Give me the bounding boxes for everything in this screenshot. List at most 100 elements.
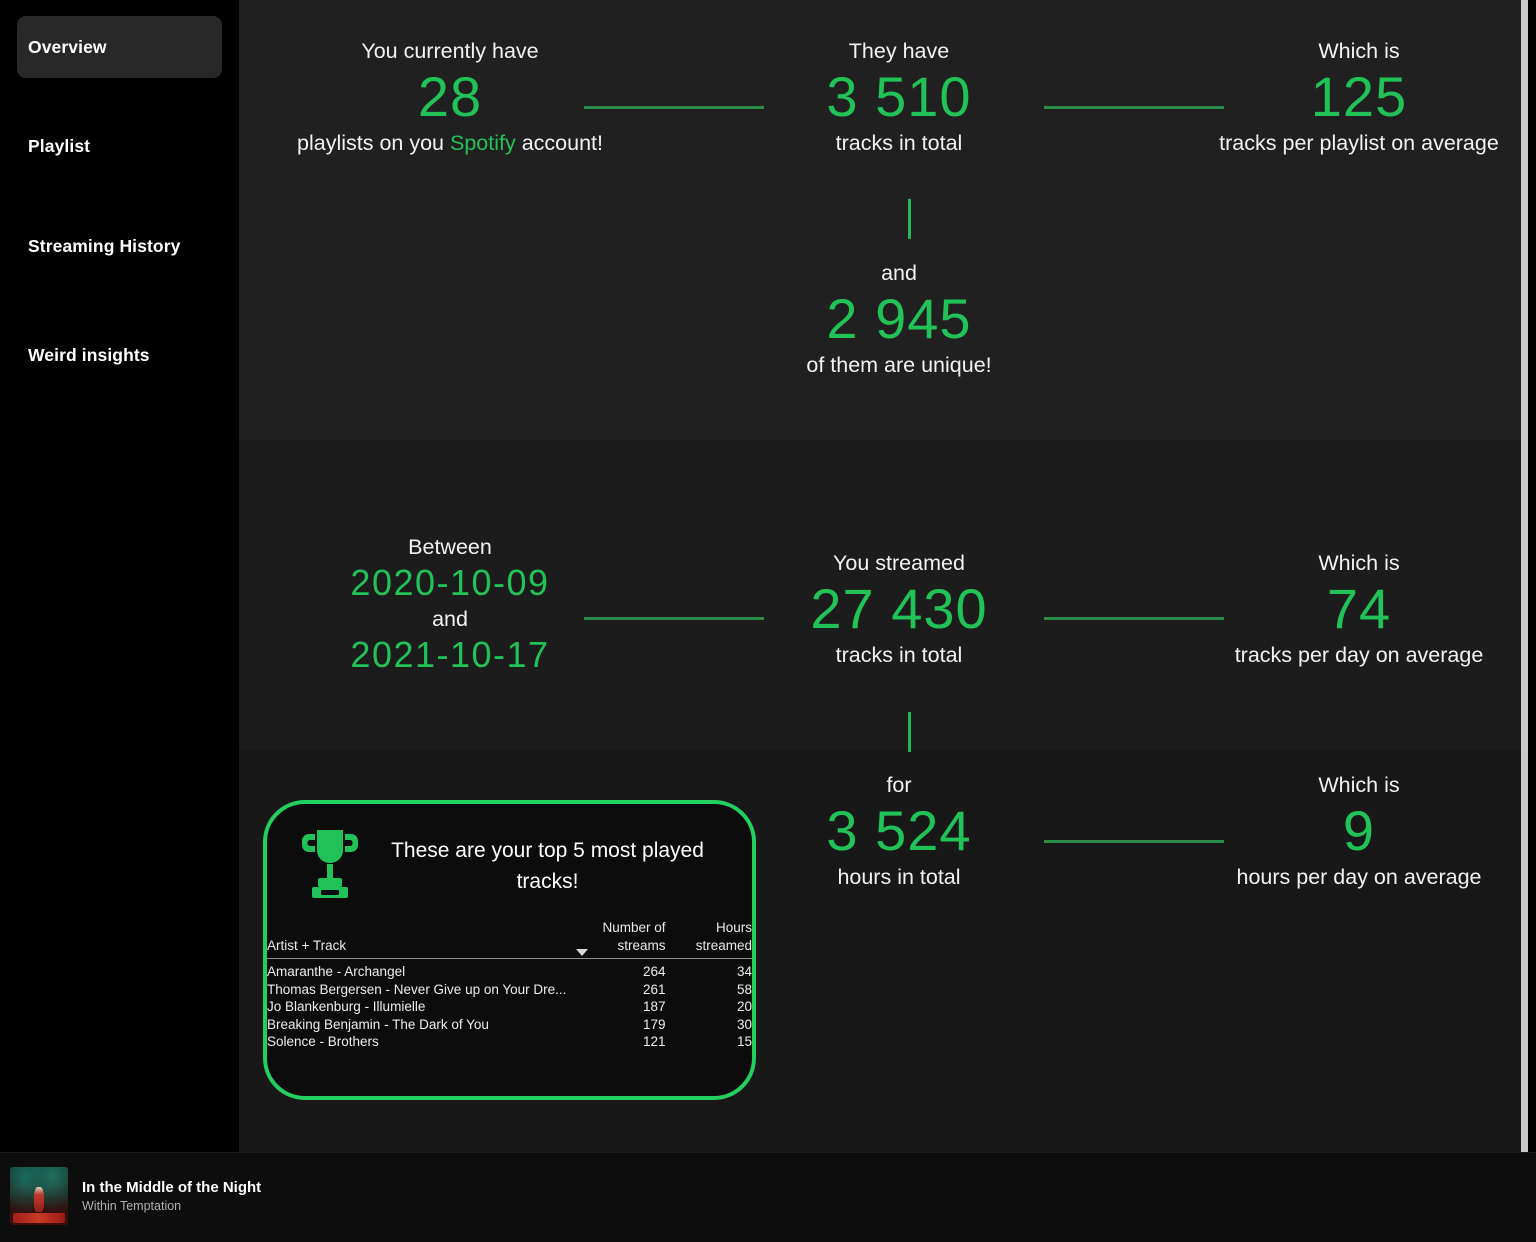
stat-connector-label: and xyxy=(432,607,468,631)
stat-sublabel: playlists on you Spotify account! xyxy=(285,130,615,156)
column-header-artist-track[interactable]: Artist + Track xyxy=(267,919,573,959)
stat-sub-suffix: account! xyxy=(515,131,603,155)
stats-layer: You currently have 28 playlists on you S… xyxy=(239,0,1528,1152)
stat-sublabel: of them are unique! xyxy=(806,353,992,377)
connector-line-horizontal xyxy=(584,106,764,109)
stat-streamed-tracks: You streamed 27 430 tracks in total xyxy=(769,550,1029,668)
stat-value: 125 xyxy=(1310,65,1408,128)
main-content: You currently have 28 playlists on you S… xyxy=(239,0,1528,1152)
column-header-number-of-streams[interactable]: Number of streams xyxy=(572,919,666,959)
column-header-label: Artist + Track xyxy=(267,938,347,953)
trophy-icon xyxy=(297,826,363,905)
sort-descending-icon xyxy=(575,949,588,956)
stat-sublabel: tracks per day on average xyxy=(1234,643,1484,667)
table-row[interactable]: Thomas Bergersen - Never Give up on Your… xyxy=(267,981,752,999)
track-artist[interactable]: Within Temptation xyxy=(82,1198,261,1215)
track-name-cell: Jo Blankenburg - Illumielle xyxy=(267,999,426,1014)
streams-count-cell: 264 xyxy=(643,964,666,979)
track-title[interactable]: In the Middle of the Night xyxy=(82,1178,261,1198)
stat-sublabel: tracks per playlist on average xyxy=(1219,131,1499,155)
stat-caption: You streamed xyxy=(833,551,965,575)
stat-streamed-hours: for 3 524 hours in total xyxy=(769,772,1029,890)
sidebar-item-overview[interactable]: Overview xyxy=(17,16,222,78)
table-header: Artist + Track Number of streams Hours s… xyxy=(267,919,752,959)
album-art[interactable] xyxy=(10,1167,68,1225)
connector-line-horizontal xyxy=(1044,106,1224,109)
column-header-label-line1: Hours xyxy=(715,920,752,935)
connector-line-horizontal xyxy=(584,617,764,620)
connector-line-vertical xyxy=(908,712,911,752)
table-row[interactable]: Amaranthe - Archangel 264 34 xyxy=(267,959,752,981)
table-row[interactable]: Solence - Brothers 121 15 xyxy=(267,1033,752,1051)
stat-value: 9 xyxy=(1342,799,1376,862)
connector-line-horizontal xyxy=(1044,840,1224,843)
track-name-cell: Thomas Bergersen - Never Give up on Your… xyxy=(267,981,567,997)
player-bar: In the Middle of the Night Within Tempta… xyxy=(0,1152,1536,1242)
top-tracks-card-header: These are your top 5 most played tracks! xyxy=(267,804,752,905)
stat-tracks-total: They have 3 510 tracks in total xyxy=(769,38,1029,156)
stat-caption: They have xyxy=(848,39,950,63)
table-body: Amaranthe - Archangel 264 34 Thomas Bergers… xyxy=(267,959,752,1051)
stat-value: 28 xyxy=(417,65,483,128)
hours-streamed-cell: 58 xyxy=(736,981,752,997)
column-header-label-line1: Number of xyxy=(602,920,666,935)
sidebar-item-label: Overview xyxy=(28,36,107,57)
column-header-label-line2: streamed xyxy=(695,938,752,953)
sidebar-item-label: Weird insights xyxy=(28,344,150,365)
stat-end-date: 2021-10-17 xyxy=(350,634,550,675)
table-header-row: Artist + Track Number of streams Hours s… xyxy=(267,919,752,959)
stat-caption: Which is xyxy=(1318,551,1400,575)
stat-value: 3 524 xyxy=(826,799,972,862)
stat-tracks-per-playlist: Which is 125 tracks per playlist on aver… xyxy=(1199,38,1519,156)
hours-streamed-cell: 20 xyxy=(736,999,752,1014)
streams-count-cell: 121 xyxy=(643,1034,666,1049)
stat-sublabel: hours per day on average xyxy=(1236,865,1482,889)
stat-hours-per-day: Which is 9 hours per day on average xyxy=(1199,772,1519,890)
streams-count-cell: 261 xyxy=(643,981,666,997)
hours-streamed-cell: 15 xyxy=(736,1034,752,1049)
vertical-scrollbar[interactable] xyxy=(1521,0,1528,1152)
stat-playlists: You currently have 28 playlists on you S… xyxy=(285,38,615,156)
stat-value: 2 945 xyxy=(826,287,972,350)
connector-line-vertical xyxy=(908,199,911,239)
stat-caption: You currently have xyxy=(361,39,539,63)
top-tracks-table: Artist + Track Number of streams Hours s… xyxy=(267,919,752,1051)
top-tracks-card: These are your top 5 most played tracks!… xyxy=(263,800,756,1100)
table-row[interactable]: Breaking Benjamin - The Dark of You 179 30 xyxy=(267,1016,752,1034)
stat-date-range: Between 2020-10-09 and 2021-10-17 xyxy=(285,534,615,678)
now-playing-text: In the Middle of the Night Within Tempta… xyxy=(82,1178,261,1215)
stat-caption: Between xyxy=(408,535,492,559)
stat-value: 3 510 xyxy=(826,65,972,128)
now-playing: In the Middle of the Night Within Tempta… xyxy=(10,1167,430,1225)
hours-streamed-cell: 34 xyxy=(736,964,752,979)
stat-sublabel: tracks in total xyxy=(835,131,963,155)
stat-connector-label: for xyxy=(886,773,912,797)
table-row[interactable]: Jo Blankenburg - Illumielle 187 20 xyxy=(267,998,752,1016)
stat-value: 74 xyxy=(1326,577,1392,640)
sidebar-item-label: Playlist xyxy=(28,135,91,156)
stat-connector-label: and xyxy=(881,261,917,285)
spotify-brand-label: Spotify xyxy=(449,131,516,155)
spotify-stats-app: Overview Playlist Streaming History Weir… xyxy=(0,0,1536,1242)
sidebar-item-streaming-history[interactable]: Streaming History xyxy=(17,215,222,277)
sidebar-item-playlist[interactable]: Playlist xyxy=(17,115,222,177)
track-name-cell: Breaking Benjamin - The Dark of You xyxy=(267,1016,489,1032)
stat-value: 27 430 xyxy=(810,577,988,640)
streams-count-cell: 187 xyxy=(643,999,666,1014)
sidebar-item-weird-insights[interactable]: Weird insights xyxy=(17,324,222,386)
column-header-hours-streamed[interactable]: Hours streamed xyxy=(665,919,752,959)
stat-sublabel: hours in total xyxy=(837,865,961,889)
stat-caption: Which is xyxy=(1318,773,1400,797)
album-art-title-band xyxy=(13,1213,65,1223)
track-name-cell: Solence - Brothers xyxy=(267,1034,379,1049)
stat-tracks-per-day: Which is 74 tracks per day on average xyxy=(1199,550,1519,668)
stat-tracks-unique: and 2 945 of them are unique! xyxy=(769,260,1029,378)
stat-sub-prefix: playlists on you xyxy=(297,131,450,155)
sidebar: Overview Playlist Streaming History Weir… xyxy=(0,0,239,1152)
hours-streamed-cell: 30 xyxy=(736,1016,752,1032)
sidebar-item-label: Streaming History xyxy=(28,235,181,256)
stat-sublabel: tracks in total xyxy=(835,643,963,667)
